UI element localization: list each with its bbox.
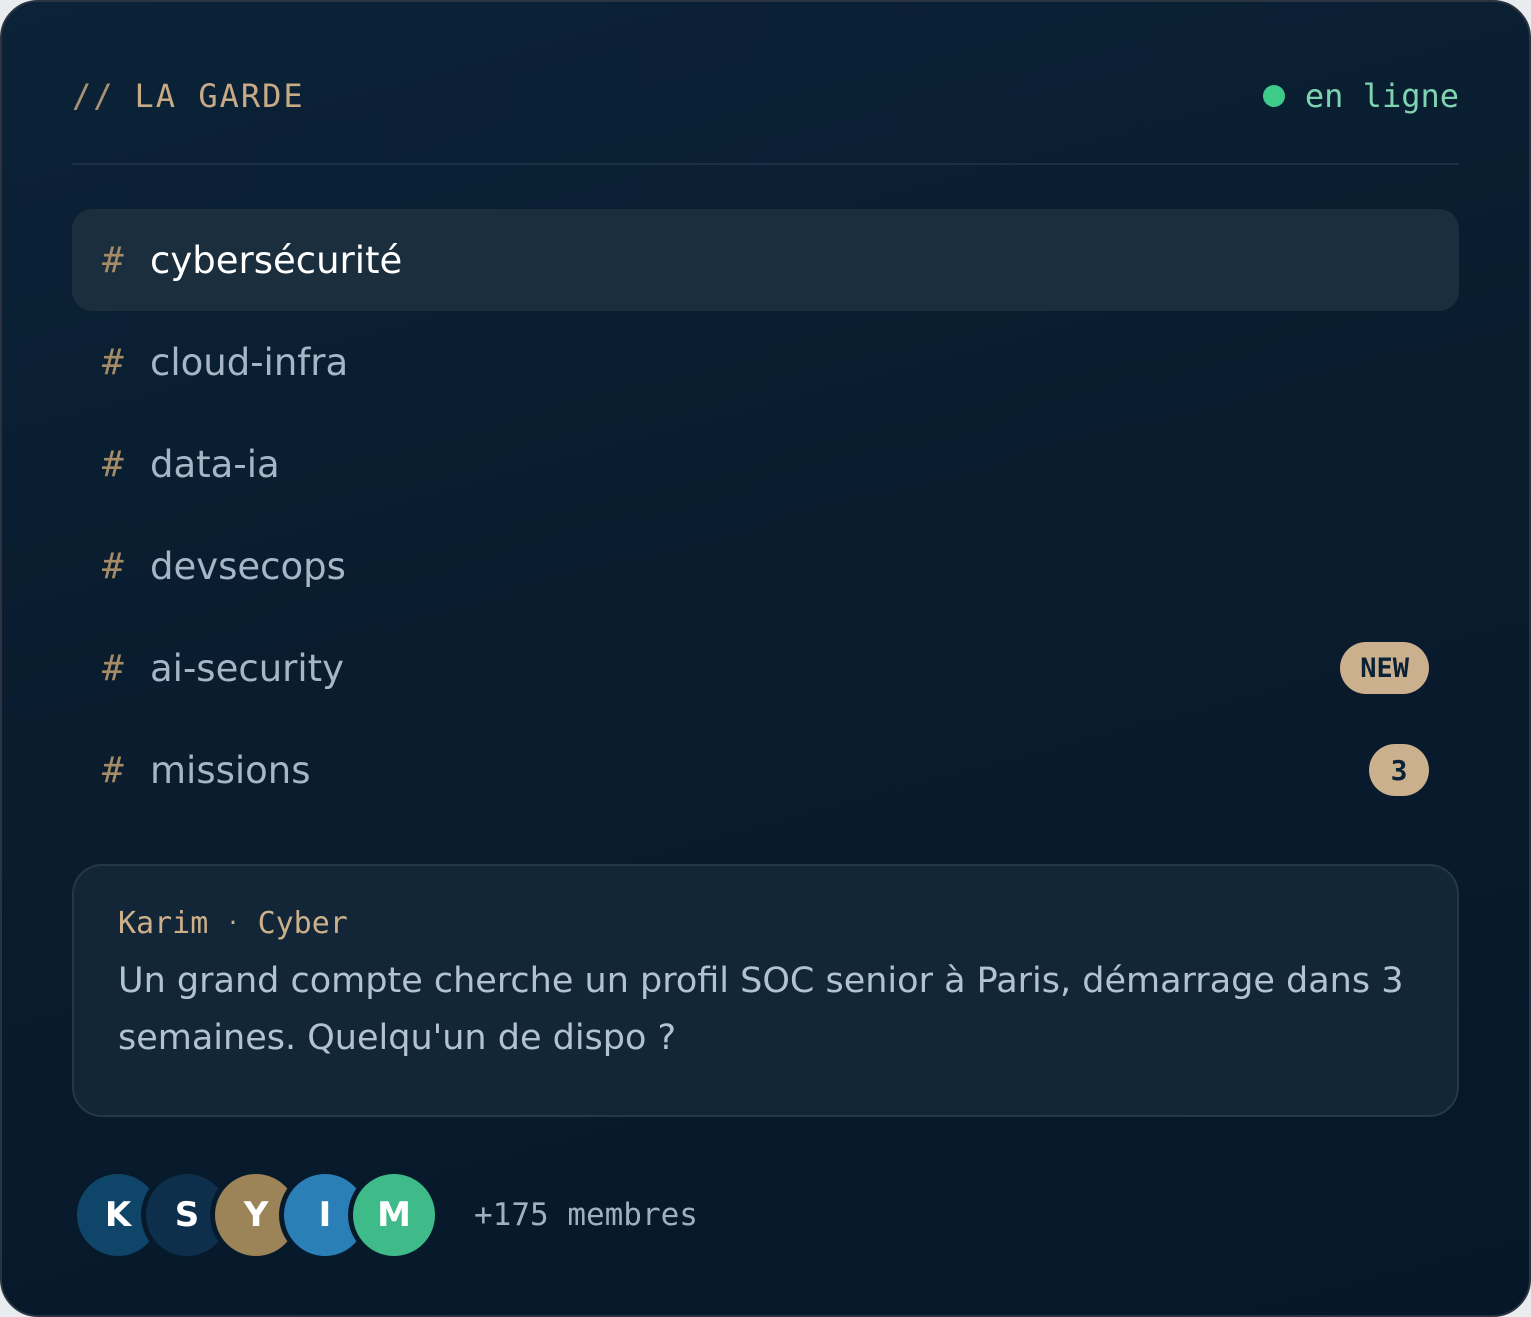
channel-item-cybersecurite[interactable]: # cybersécurité [72,209,1459,311]
community-title: // LA GARDE [72,77,305,115]
latest-message-card[interactable]: Karim · Cyber Un grand compte cherche un p… [72,864,1459,1117]
hash-icon: # [102,239,124,281]
status-dot-icon [1262,85,1285,107]
panel-header: // LA GARDE en ligne [72,62,1459,130]
hash-icon: # [102,443,124,485]
online-status: en ligne [1262,77,1459,115]
channel-item-missions[interactable]: # missions 3 [72,719,1459,821]
channel-item-cloud-infra[interactable]: # cloud-infra [72,311,1459,413]
channel-item-ai-security[interactable]: # ai-security NEW [72,617,1459,719]
message-text: Un grand compte cherche un profil SOC se… [118,961,1404,1058]
community-panel: // LA GARDE en ligne # cybersécurité # cl… [0,0,1531,1317]
header-divider [72,163,1459,165]
channel-name: cybersécurité [150,238,403,282]
new-badge: NEW [1340,642,1429,694]
channel-name: ai-security [150,646,345,690]
channel-name: cloud-infra [150,340,349,384]
hash-icon: # [102,545,124,587]
channel-name: devsecops [150,544,346,588]
message-team: Cyber [257,906,348,941]
unread-count-badge: 3 [1369,744,1429,796]
channel-item-devsecops[interactable]: # devsecops [72,515,1459,617]
channel-item-data-ia[interactable]: # data-ia [72,413,1459,515]
title-prefix: // [72,77,115,115]
status-label: en ligne [1304,77,1459,115]
title-text: LA GARDE [134,77,305,115]
message-author: Karim [118,906,209,941]
message-meta: Karim · Cyber [118,906,1413,941]
channel-list: # cybersécurité # cloud-infra # data-ia … [72,209,1459,821]
members-row[interactable]: K S Y I M +175 membres [72,1167,698,1263]
avatar: M [348,1169,440,1261]
hash-icon: # [102,647,124,689]
channel-name: missions [150,748,311,792]
members-count: +175 membres [474,1197,698,1233]
channel-name: data-ia [150,442,280,486]
hash-icon: # [102,341,124,383]
meta-separator: · [226,911,240,936]
hash-icon: # [102,749,124,791]
